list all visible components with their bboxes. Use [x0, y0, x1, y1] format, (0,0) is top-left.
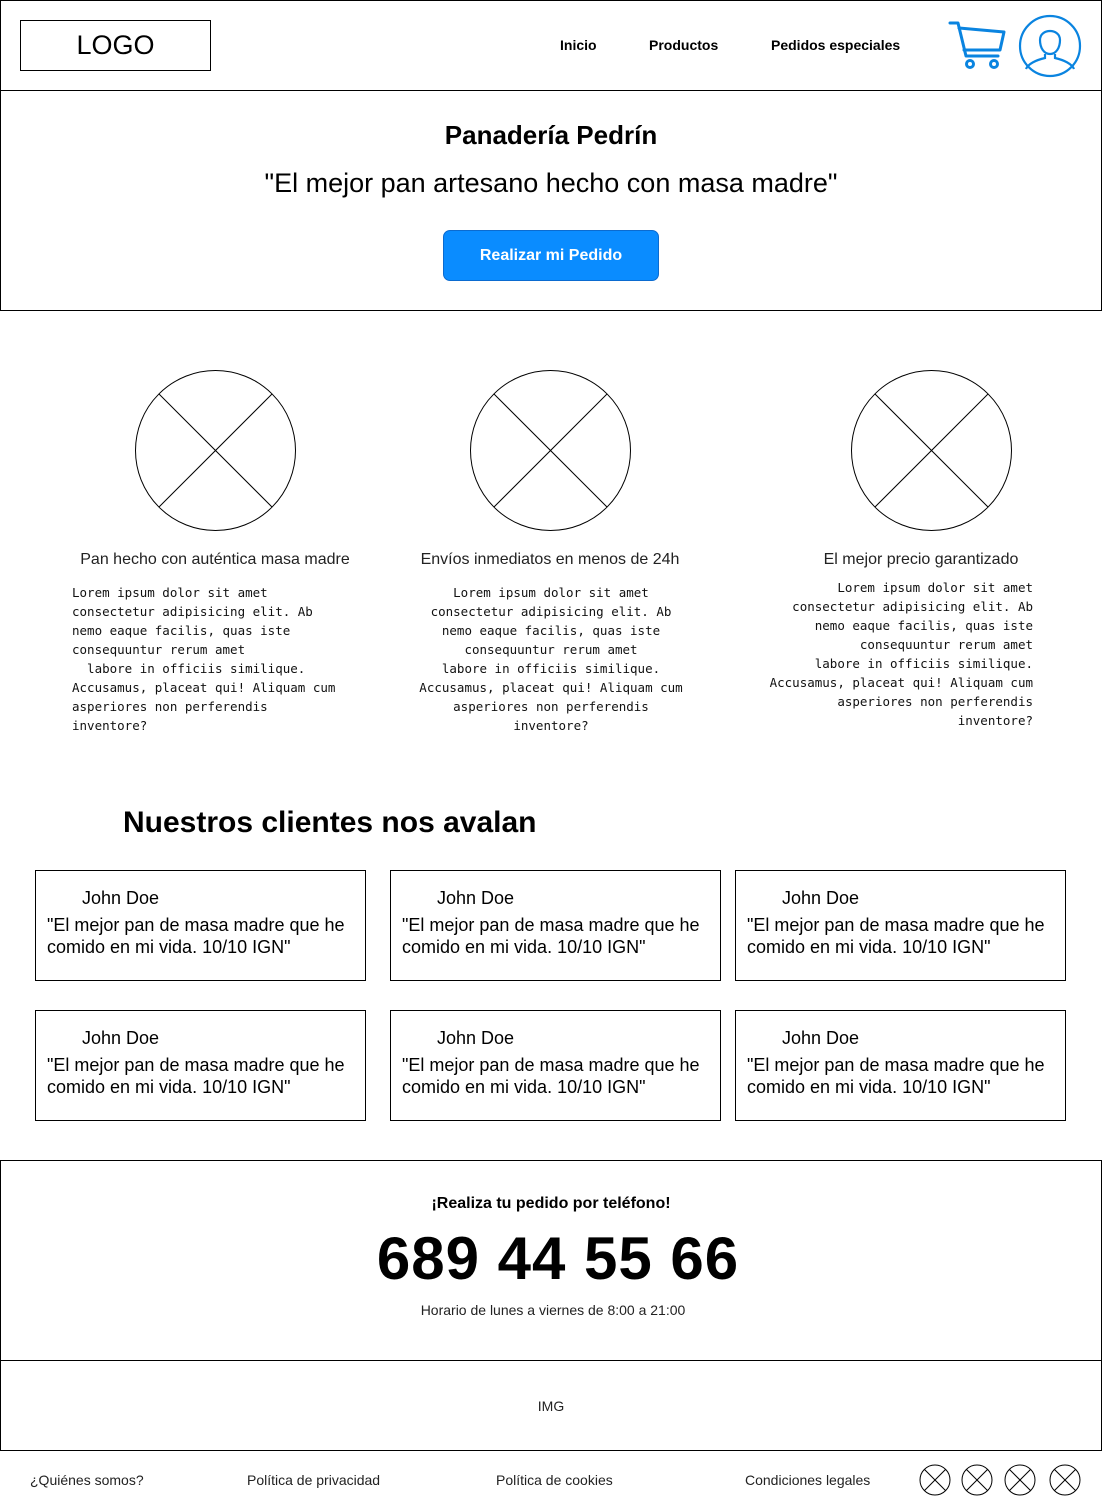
- footer-link-privacidad[interactable]: Política de privacidad: [247, 1472, 380, 1488]
- testimonial-quote: "El mejor pan de masa madre que he comid…: [747, 915, 1045, 957]
- testimonial-card: John Doe "El mejor pan de masa madre que…: [35, 870, 366, 981]
- social-icon[interactable]: [1049, 1464, 1081, 1496]
- logo-text: LOGO: [76, 30, 155, 60]
- footer-link-quienes-somos[interactable]: ¿Quiénes somos?: [30, 1472, 144, 1488]
- feature-image-placeholder-icon: [851, 370, 1012, 531]
- testimonial-name: John Doe: [782, 1028, 860, 1048]
- feature-description: Lorem ipsum dolor sit amet consectetur a…: [419, 585, 683, 733]
- feature-image-placeholder-icon: [470, 370, 631, 531]
- user-icon[interactable]: [1018, 14, 1082, 78]
- social-icon[interactable]: [961, 1464, 993, 1496]
- social-icon[interactable]: [919, 1464, 951, 1496]
- order-button[interactable]: Realizar mi Pedido: [443, 230, 659, 281]
- hero-title: Panadería Pedrín: [444, 120, 658, 150]
- testimonial-card: John Doe "El mejor pan de masa madre que…: [390, 1010, 721, 1121]
- feature-title: Envíos inmediatos en menos de 24h: [420, 551, 680, 568]
- testimonials-heading: Nuestros clientes nos avalan: [123, 806, 537, 839]
- feature-description: Lorem ipsum dolor sit amet consectetur a…: [72, 585, 336, 733]
- phone-label: ¡Realiza tu pedido por teléfono!: [431, 1195, 671, 1212]
- nav-pedidos-especiales[interactable]: Pedidos especiales: [771, 37, 900, 53]
- footer-link-condiciones[interactable]: Condiciones legales: [745, 1472, 870, 1488]
- phone-number[interactable]: 689 44 55 66: [0, 1224, 1102, 1293]
- nav-productos[interactable]: Productos: [649, 37, 718, 53]
- image-placeholder: IMG: [0, 1360, 1102, 1451]
- testimonial-name: John Doe: [437, 888, 515, 908]
- testimonial-card: John Doe "El mejor pan de masa madre que…: [735, 870, 1066, 981]
- feature-description: Lorem ipsum dolor sit amet consectetur a…: [769, 580, 1033, 728]
- testimonial-card: John Doe "El mejor pan de masa madre que…: [35, 1010, 366, 1121]
- testimonial-card: John Doe "El mejor pan de masa madre que…: [735, 1010, 1066, 1121]
- feature-title: El mejor precio garantizado: [823, 551, 1019, 568]
- social-icon[interactable]: [1004, 1464, 1036, 1496]
- cart-icon[interactable]: [948, 20, 1008, 72]
- testimonial-name: John Doe: [82, 888, 160, 908]
- footer-link-cookies[interactable]: Política de cookies: [496, 1472, 613, 1488]
- testimonial-name: John Doe: [82, 1028, 160, 1048]
- testimonial-quote: "El mejor pan de masa madre que he comid…: [402, 1055, 700, 1097]
- image-placeholder-label: IMG: [537, 1397, 565, 1414]
- testimonial-name: John Doe: [437, 1028, 515, 1048]
- hero-slogan: "El mejor pan artesano hecho con masa ma…: [264, 168, 838, 198]
- testimonial-name: John Doe: [782, 888, 860, 908]
- feature-image-placeholder-icon: [135, 370, 296, 531]
- testimonial-quote: "El mejor pan de masa madre que he comid…: [747, 1055, 1045, 1097]
- logo[interactable]: LOGO: [20, 20, 211, 71]
- testimonial-card: John Doe "El mejor pan de masa madre que…: [390, 870, 721, 981]
- feature-title: Pan hecho con auténtica masa madre: [80, 551, 350, 568]
- testimonial-quote: "El mejor pan de masa madre que he comid…: [47, 915, 345, 957]
- testimonial-quote: "El mejor pan de masa madre que he comid…: [402, 915, 700, 957]
- nav-inicio[interactable]: Inicio: [560, 37, 597, 53]
- phone-hours: Horario de lunes a viernes de 8:00 a 21:…: [420, 1302, 686, 1318]
- testimonial-quote: "El mejor pan de masa madre que he comid…: [47, 1055, 345, 1097]
